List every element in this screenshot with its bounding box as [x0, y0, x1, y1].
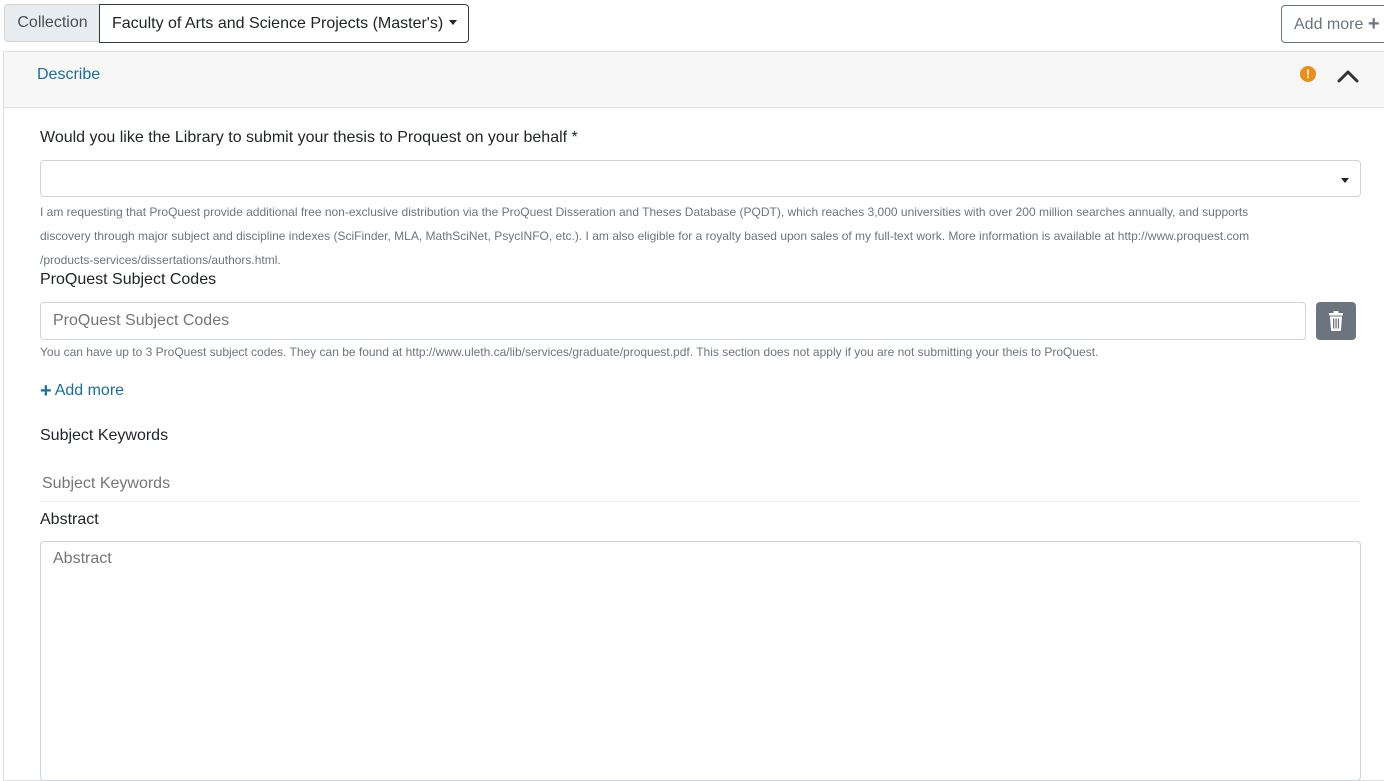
trash-icon [1329, 311, 1343, 331]
delete-subject-code-button[interactable] [1316, 302, 1356, 340]
subject-codes-input[interactable] [40, 302, 1306, 340]
section-title-describe[interactable]: Describe [37, 66, 100, 84]
help-line: /products-services/dissertations/authors… [40, 253, 281, 267]
proquest-question-label: Would you like the Library to submit you… [40, 129, 578, 146]
collection-dropdown-value: Faculty of Arts and Science Projects (Ma… [112, 15, 444, 32]
add-more-button[interactable]: Add more + [1281, 5, 1384, 43]
abstract-label: Abstract [40, 511, 99, 528]
subject-codes-label: ProQuest Subject Codes [40, 271, 217, 288]
describe-section: Describe ! Would you like the Library to… [3, 51, 1384, 781]
proquest-submit-select[interactable] [40, 160, 1361, 197]
add-more-link-label: Add more [54, 382, 125, 399]
collection-dropdown[interactable]: Faculty of Arts and Science Projects (Ma… [99, 4, 469, 43]
help-line: I am requesting that ProQuest provide ad… [40, 205, 1249, 219]
exclamation-circle-icon: ! [1300, 66, 1316, 82]
plus-icon: + [40, 380, 52, 402]
add-more-button-label: Add more [1294, 16, 1364, 33]
help-line: discovery through major subject and disc… [40, 229, 1250, 243]
abstract-textarea[interactable] [40, 541, 1361, 781]
plus-icon: + [1367, 13, 1380, 35]
caret-down-icon [1341, 178, 1349, 183]
subject-keywords-input[interactable] [40, 466, 1361, 502]
section-header: Describe ! [4, 52, 1384, 108]
subject-keywords-label: Subject Keywords [40, 427, 169, 444]
proquest-help-text: I am requesting that ProQuest provide ad… [40, 200, 1358, 272]
add-more-subject-code-link[interactable]: + Add more [40, 380, 124, 403]
collection-bar: Collection Faculty of Arts and Science P… [0, 0, 1384, 48]
subject-codes-help: You can have up to 3 ProQuest subject co… [40, 345, 1099, 359]
collection-label: Collection [4, 4, 100, 42]
caret-down-icon [449, 20, 458, 25]
chevron-up-icon[interactable] [1336, 66, 1360, 86]
